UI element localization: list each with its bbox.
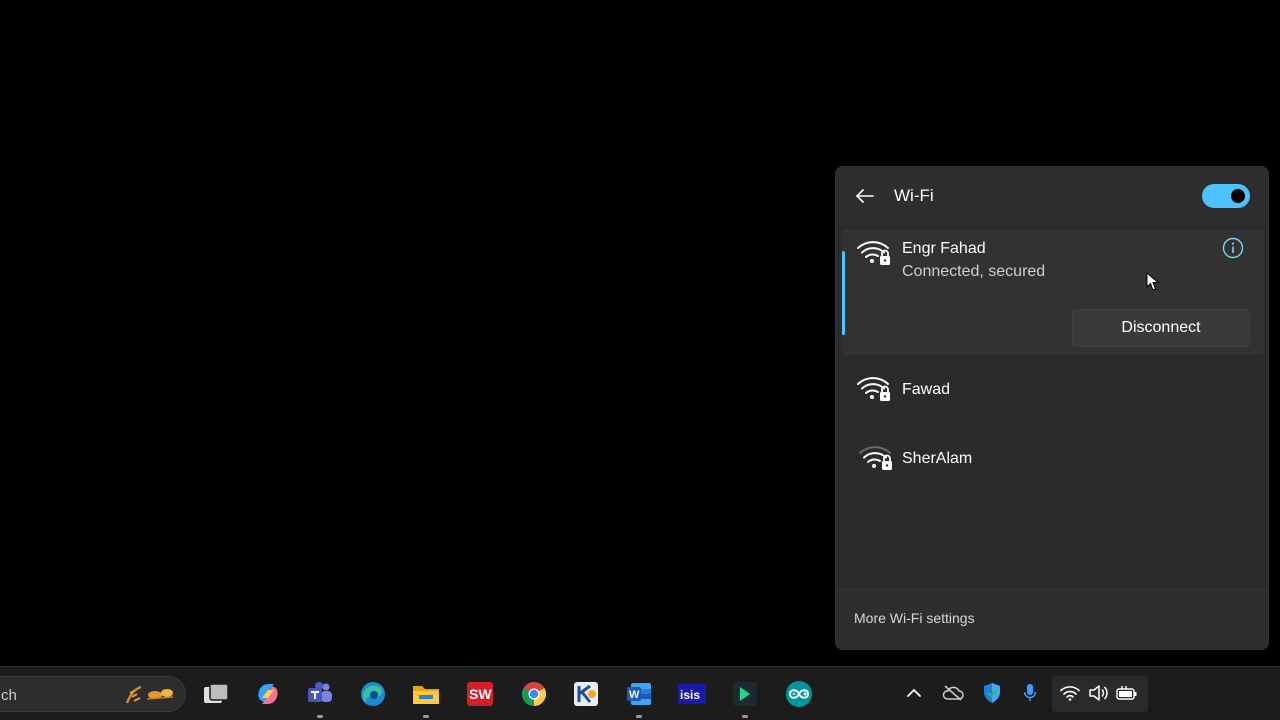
security-tray-button[interactable] xyxy=(981,682,1003,704)
word-icon: W xyxy=(627,683,651,705)
running-indicator xyxy=(636,715,642,718)
teams-button[interactable] xyxy=(304,678,336,718)
arduino-button[interactable] xyxy=(783,678,815,710)
volume-tray xyxy=(1087,682,1109,704)
copilot-icon xyxy=(258,684,278,704)
cloud-off-icon xyxy=(942,685,964,701)
network-item-sheralam[interactable]: SherAlam xyxy=(842,429,1264,487)
wifi-secured-icon xyxy=(859,446,892,470)
edge-icon xyxy=(361,682,385,706)
wifi-icon xyxy=(1060,686,1080,701)
search-highlight-icon xyxy=(125,685,174,704)
edge-button[interactable] xyxy=(357,678,389,710)
copilot-button[interactable] xyxy=(252,678,284,710)
security-shield-icon xyxy=(984,683,1000,703)
task-view-icon xyxy=(204,683,229,703)
microphone-icon xyxy=(1023,684,1037,701)
chrome-button[interactable] xyxy=(518,678,550,710)
wifi-secured-icon xyxy=(857,377,890,401)
task-view-button[interactable] xyxy=(200,678,232,710)
wifi-secured-icon xyxy=(857,241,890,265)
isis-button[interactable]: isis xyxy=(676,678,708,710)
wifi-flyout: Wi-Fi Engr Fahad Connected, secured Disc… xyxy=(835,166,1269,650)
microphone-tray-button[interactable] xyxy=(1019,682,1041,704)
svg-text:SW: SW xyxy=(469,686,492,702)
dev-tool-button[interactable] xyxy=(729,678,761,718)
solidworks-icon: SW xyxy=(467,682,493,706)
network-status: Connected, secured xyxy=(902,263,1046,280)
mouse-cursor-icon xyxy=(1146,272,1160,291)
folder-icon xyxy=(413,686,439,704)
back-button[interactable] xyxy=(852,183,878,209)
word-button[interactable]: W xyxy=(623,678,655,718)
disconnect-button[interactable]: Disconnect xyxy=(1072,309,1250,347)
quick-settings-button[interactable] xyxy=(1052,676,1148,712)
running-indicator xyxy=(742,715,748,718)
network-name: Fawad xyxy=(902,381,951,398)
svg-text:isis: isis xyxy=(680,688,700,702)
network-properties-button[interactable] xyxy=(1220,235,1246,261)
battery-tray xyxy=(1116,682,1138,704)
network-name: Engr Fahad xyxy=(902,240,986,257)
running-indicator xyxy=(423,715,429,718)
svg-text:W: W xyxy=(629,689,640,701)
network-tray xyxy=(1059,682,1081,704)
search-text: ch xyxy=(1,687,17,704)
network-name: SherAlam xyxy=(902,450,973,467)
selection-accent-bar xyxy=(842,251,845,335)
wifi-header: Wi-Fi xyxy=(836,167,1268,225)
wifi-footer: More Wi-Fi settings xyxy=(836,589,1268,649)
arrow-left-icon xyxy=(856,189,874,203)
more-wifi-settings-link[interactable]: More Wi-Fi settings xyxy=(854,610,975,626)
taskbar: ch SW W isis xyxy=(0,666,1280,720)
file-explorer-button[interactable] xyxy=(410,678,442,718)
network-item-fawad[interactable]: Fawad xyxy=(842,360,1264,418)
onedrive-tray-button[interactable] xyxy=(942,682,964,704)
chevron-up-icon xyxy=(907,688,921,697)
solidworks-button[interactable]: SW xyxy=(464,678,496,710)
taskbar-search[interactable]: ch xyxy=(0,676,186,712)
network-item-connected[interactable]: Engr Fahad Connected, secured Disconnect xyxy=(842,229,1264,355)
show-hidden-icons-button[interactable] xyxy=(903,682,925,704)
teams-icon xyxy=(308,682,332,702)
info-icon xyxy=(1222,237,1244,259)
battery-plug-icon xyxy=(1116,686,1137,700)
code-app-icon xyxy=(733,682,757,706)
running-indicator xyxy=(317,715,323,718)
arduino-icon xyxy=(786,681,812,707)
kicad-button[interactable] xyxy=(570,678,602,710)
wifi-toggle[interactable] xyxy=(1202,184,1250,208)
chrome-icon xyxy=(521,682,547,706)
app-k-icon xyxy=(574,682,598,706)
volume-icon xyxy=(1089,685,1108,701)
isis-icon: isis xyxy=(678,684,706,704)
wifi-title: Wi-Fi xyxy=(894,186,934,205)
toggle-knob xyxy=(1231,189,1245,203)
